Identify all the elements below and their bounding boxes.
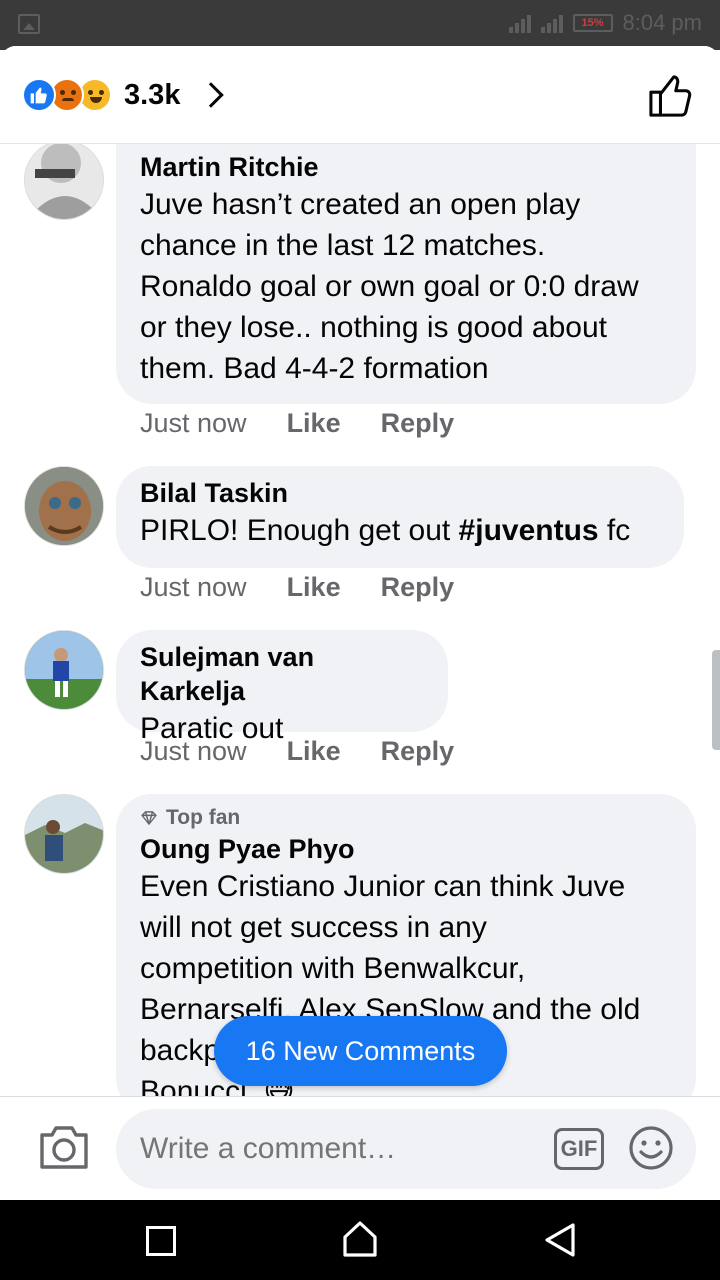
comment-time: Just now [140, 736, 247, 766]
comment-author[interactable]: Bilal Taskin [140, 476, 660, 510]
comment-author[interactable]: Sulejman van Karkelja [140, 640, 424, 708]
comment-time: Just now [140, 408, 247, 438]
comment-author[interactable]: Martin Ritchie [140, 150, 672, 184]
battery-icon: 15% [572, 14, 613, 32]
comment-text: Juve hasn’t created an open play chance … [140, 188, 639, 385]
status-bar: 15% 8:04 pm [0, 0, 720, 50]
recent-apps-icon[interactable] [146, 1226, 176, 1256]
reaction-count: 3.3k [124, 78, 181, 111]
comment-author[interactable]: Oung Pyae Phyo [140, 832, 672, 866]
thumbs-up-icon[interactable] [648, 74, 694, 118]
image-notification-icon [18, 14, 40, 34]
hashtag-link[interactable]: #juventus [459, 514, 599, 547]
chevron-right-icon [198, 82, 225, 108]
avatar[interactable] [24, 466, 104, 546]
gif-button[interactable]: GIF [554, 1128, 604, 1170]
like-link[interactable]: Like [287, 736, 341, 767]
navigation-bar [0, 1200, 720, 1280]
avatar[interactable] [24, 630, 104, 710]
comments-sheet: 3.3k Martin Ritchie Juve hasn’t created … [0, 46, 720, 1200]
like-reaction-icon [22, 78, 56, 112]
comment-composer: GIF [0, 1096, 720, 1200]
like-link[interactable]: Like [287, 408, 341, 439]
battery-level: 15% [581, 17, 604, 29]
reactions-header: 3.3k [0, 46, 720, 144]
scrollbar[interactable] [712, 650, 720, 750]
home-icon[interactable] [342, 1220, 378, 1258]
comment-bubble[interactable]: Bilal Taskin PIRLO! Enough get out #juve… [116, 466, 684, 568]
reply-link[interactable]: Reply [381, 572, 455, 603]
back-icon[interactable] [543, 1222, 577, 1258]
reply-link[interactable]: Reply [381, 736, 455, 767]
comment-actions: Just now Like Reply [140, 408, 454, 439]
comment-input[interactable] [116, 1109, 696, 1189]
comment-text: PIRLO! Enough get out #juventus fc [140, 514, 631, 547]
top-fan-badge: Top fan [140, 804, 672, 832]
diamond-icon [141, 811, 157, 825]
comment-bubble[interactable]: Sulejman van Karkelja Paratic out [116, 630, 448, 745]
new-comments-button[interactable]: 16 New Comments [214, 1016, 507, 1086]
avatar[interactable] [24, 794, 104, 874]
comment-actions: Just now Like Reply [140, 736, 454, 767]
reactions-summary[interactable]: 3.3k [22, 78, 225, 112]
avatar[interactable] [24, 140, 104, 220]
camera-icon[interactable] [38, 1123, 90, 1171]
signal-icon-2 [540, 13, 563, 33]
like-link[interactable]: Like [287, 572, 341, 603]
signal-icon [508, 13, 531, 33]
reply-link[interactable]: Reply [381, 408, 455, 439]
clock: 8:04 pm [622, 10, 703, 35]
emoji-icon[interactable] [628, 1125, 674, 1171]
comment-time: Just now [140, 572, 247, 602]
comment-bubble[interactable]: Martin Ritchie Juve hasn’t created an op… [116, 138, 696, 404]
comment-actions: Just now Like Reply [140, 572, 454, 603]
